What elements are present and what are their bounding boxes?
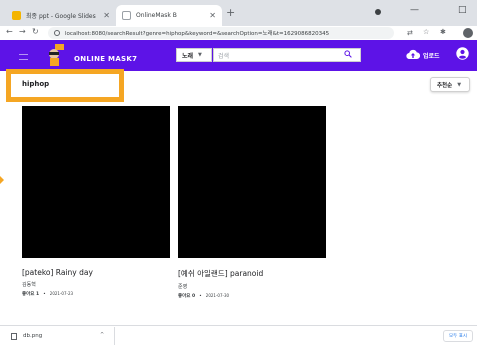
show-all-downloads-button[interactable]: 모두 표시 bbox=[443, 330, 473, 342]
minimize-button[interactable]: — bbox=[410, 5, 419, 15]
song-artist: 준영 bbox=[178, 284, 188, 290]
back-arrow-icon[interactable]: ← bbox=[6, 27, 13, 36]
song-likes: 좋아요 0 bbox=[178, 294, 196, 299]
song-date: 2021-07-30 bbox=[205, 293, 230, 298]
browser-tab-onlinemask[interactable]: OnlineMask B ✕ bbox=[116, 5, 222, 26]
address-text: localhost:8080/searchResult?genre=hiphop… bbox=[65, 31, 330, 37]
brand-name[interactable]: ONLINE MASK7 bbox=[74, 55, 137, 63]
chevron-up-icon[interactable]: ^ bbox=[100, 332, 104, 338]
meta-separator: • bbox=[43, 292, 46, 297]
browser-tab-slides[interactable]: 최종 ppt - Google Slides ✕ bbox=[6, 5, 116, 26]
song-likes: 좋아요 1 bbox=[22, 292, 40, 297]
search-icon[interactable] bbox=[344, 50, 352, 58]
annotation-arrow bbox=[0, 176, 4, 184]
song-thumbnail[interactable] bbox=[22, 106, 170, 258]
download-file-name[interactable]: db.png bbox=[23, 333, 42, 339]
logo-icon[interactable] bbox=[44, 43, 70, 67]
tab-title: 최종 ppt - Google Slides bbox=[26, 13, 96, 20]
browser-profile-icon[interactable] bbox=[463, 28, 473, 38]
tab-title: OnlineMask B bbox=[136, 12, 177, 19]
song-meta: 좋아요 0 • 2021-07-30 bbox=[178, 293, 326, 299]
slides-icon bbox=[12, 11, 21, 20]
upload-button[interactable]: 업로드 bbox=[423, 51, 440, 60]
chevron-down-icon: ▼ bbox=[457, 81, 462, 88]
account-icon[interactable] bbox=[456, 47, 469, 60]
translate-icon[interactable]: ⇄ bbox=[407, 29, 413, 37]
menu-icon[interactable] bbox=[19, 54, 28, 60]
search-option-select[interactable]: 노래 ▼ bbox=[176, 48, 212, 62]
download-bar bbox=[0, 325, 477, 347]
song-card[interactable]: [pateko] Rainy day 김동혁 좋아요 1 • 2021-07-2… bbox=[22, 106, 170, 297]
address-bar[interactable]: localhost:8080/searchResult?genre=hiphop… bbox=[48, 27, 394, 39]
image-file-icon bbox=[11, 333, 17, 340]
extensions-icon[interactable]: ✱ bbox=[440, 28, 446, 36]
song-title[interactable]: [pateko] Rainy day bbox=[22, 268, 170, 277]
song-meta: 좋아요 1 • 2021-07-23 bbox=[22, 291, 170, 297]
chevron-down-icon: ▼ bbox=[198, 52, 202, 58]
site-info-icon[interactable] bbox=[54, 30, 60, 36]
search-option-value: 노래 bbox=[182, 52, 194, 60]
song-title[interactable]: [예쉬 아일랜드] paranoid bbox=[178, 268, 326, 279]
search-input[interactable]: 검색 bbox=[213, 48, 361, 62]
song-card[interactable]: [예쉬 아일랜드] paranoid 준영 좋아요 0 • 2021-07-30 bbox=[178, 106, 326, 299]
tab-close-icon[interactable]: ✕ bbox=[103, 11, 110, 20]
maximize-button[interactable]: □ bbox=[458, 5, 467, 15]
search-placeholder: 검색 bbox=[218, 52, 230, 60]
song-artist: 김동혁 bbox=[22, 282, 36, 288]
download-divider bbox=[114, 327, 115, 345]
new-tab-button[interactable]: + bbox=[226, 6, 235, 19]
sort-select[interactable]: 추천순 ▼ bbox=[430, 77, 470, 92]
sort-value: 추천순 bbox=[437, 82, 453, 89]
reload-icon[interactable]: ↻ bbox=[32, 27, 39, 36]
song-thumbnail[interactable] bbox=[178, 106, 326, 258]
browser-menu-dot-icon[interactable] bbox=[375, 9, 381, 15]
highlight-annotation-box bbox=[6, 69, 124, 102]
upload-cloud-icon[interactable] bbox=[406, 48, 420, 60]
meta-separator: • bbox=[199, 294, 202, 299]
song-date: 2021-07-23 bbox=[49, 291, 74, 296]
bookmark-star-icon[interactable]: ☆ bbox=[423, 28, 429, 36]
site-icon bbox=[122, 11, 131, 20]
forward-arrow-icon[interactable]: → bbox=[19, 27, 26, 36]
tab-close-icon[interactable]: ✕ bbox=[209, 11, 216, 20]
